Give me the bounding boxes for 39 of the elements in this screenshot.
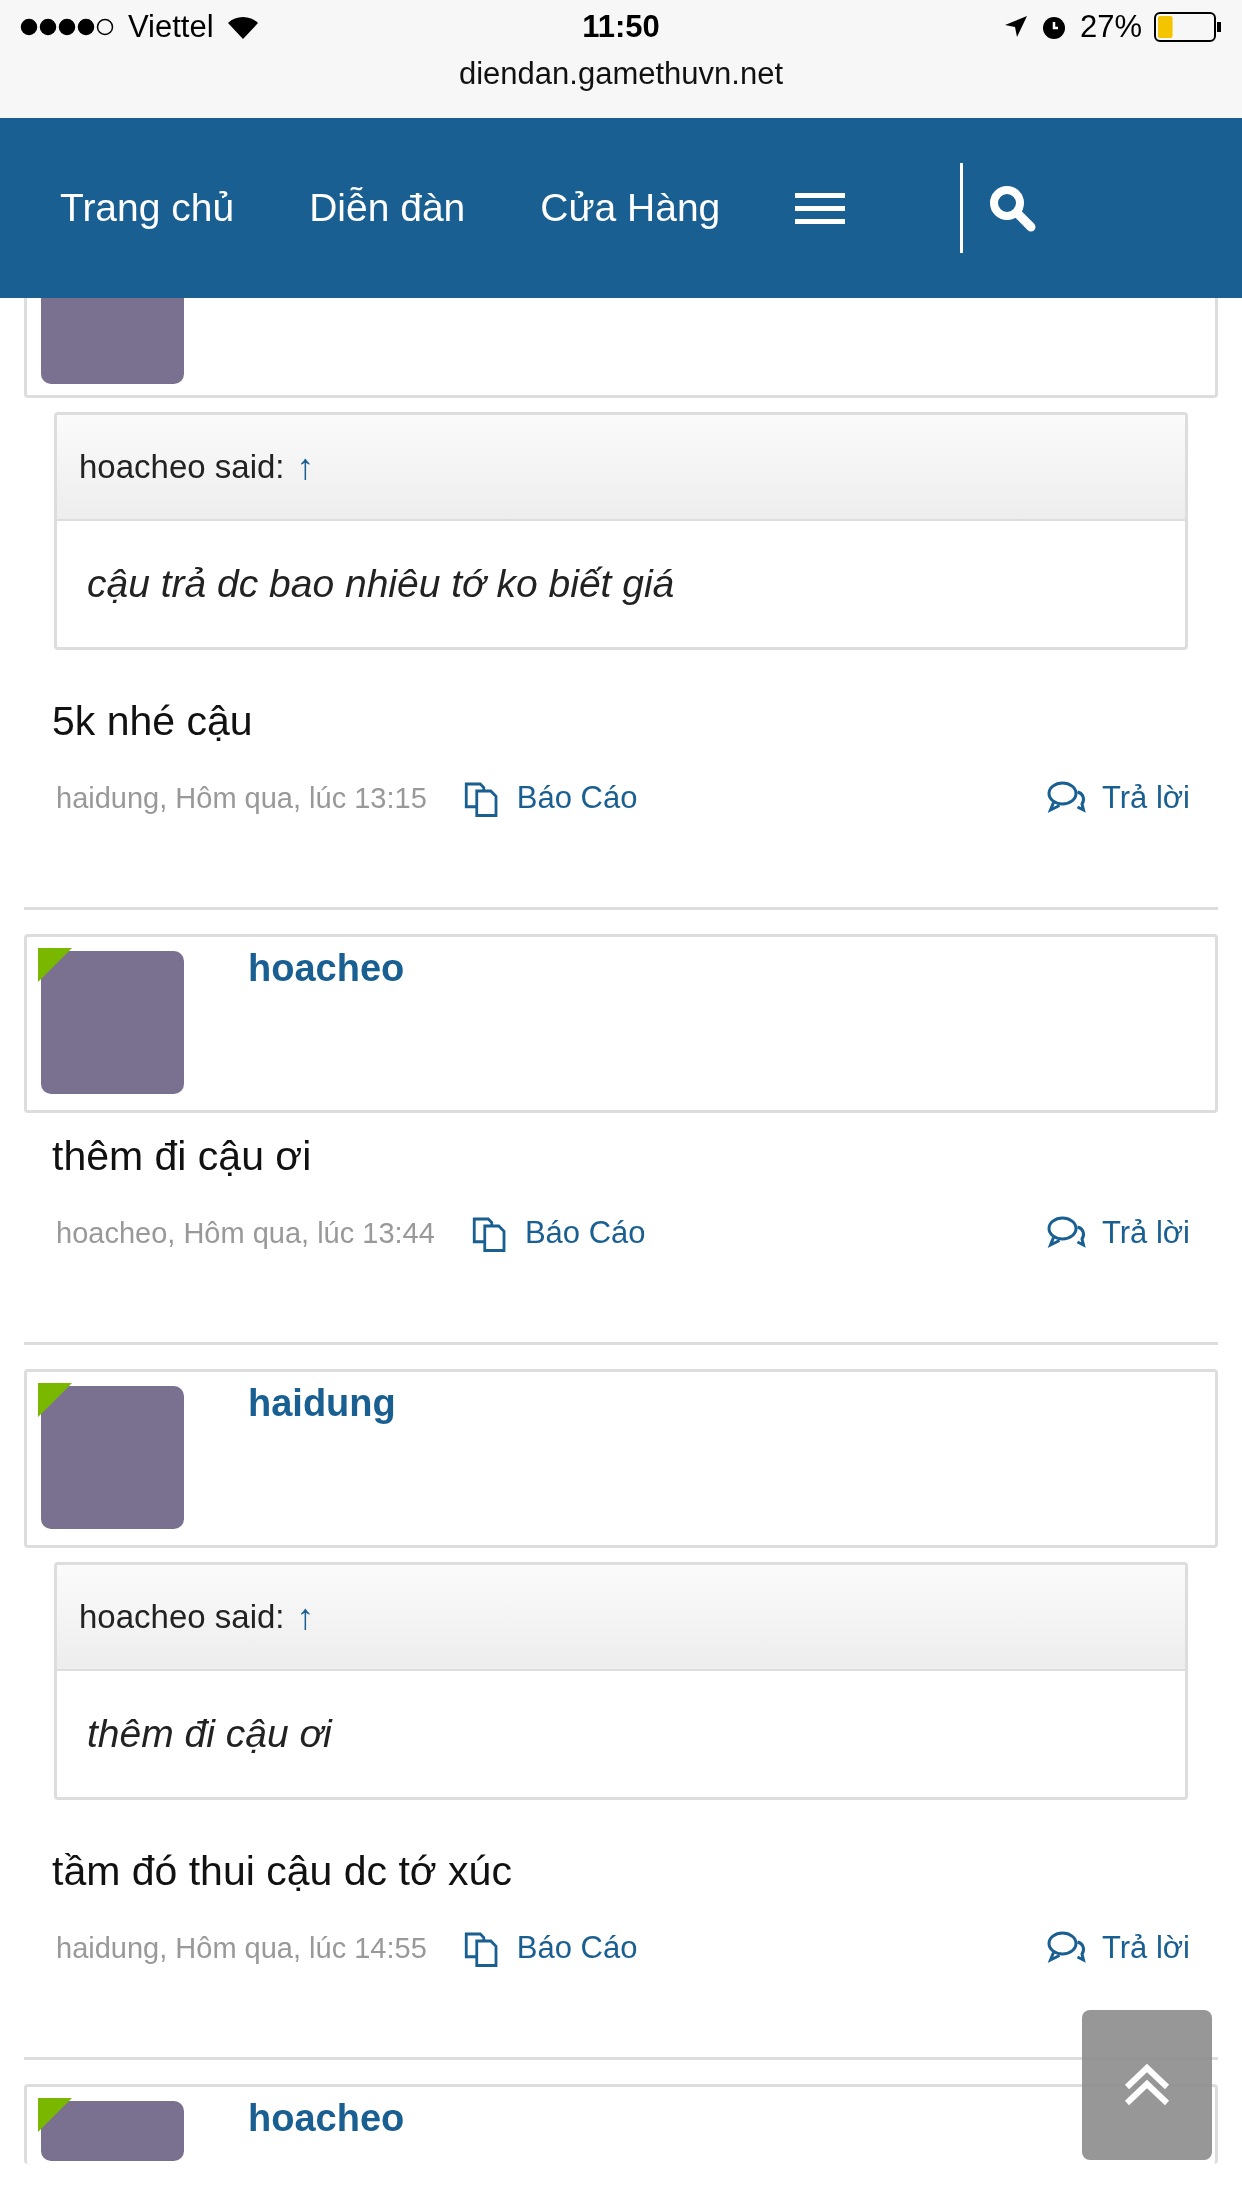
- post-meta: haidung, Hôm qua, lúc 14:55: [56, 1931, 427, 1965]
- post-text: 5k nhé cậu: [51, 698, 254, 745]
- carrier-name: Viettel: [128, 9, 214, 45]
- quote-attribution: hoacheo said:: [79, 1598, 285, 1636]
- quote-text: cậu trả dc bao nhiêu tớ ko biết giá: [86, 561, 676, 607]
- nav-link[interactable]: Diễn đàn: [309, 186, 466, 230]
- double-chevron-up-icon: [1122, 2063, 1172, 2107]
- reply-link[interactable]: Trả lời: [1045, 1215, 1190, 1251]
- scroll-to-top-button[interactable]: [1082, 2010, 1212, 2160]
- username-link[interactable]: hoacheo: [248, 947, 405, 1110]
- search-icon[interactable]: [987, 183, 1038, 233]
- report-link[interactable]: Báo Cáo: [468, 1212, 646, 1254]
- username-link[interactable]: haidung: [248, 1382, 396, 1545]
- chat-bubbles-icon: [1045, 1215, 1088, 1251]
- post-text: tầm đó thui cậu dc tớ xúc: [51, 1848, 513, 1895]
- report-link[interactable]: Báo Cáo: [460, 777, 638, 819]
- location-arrow-icon: [1003, 15, 1028, 39]
- report-link[interactable]: Báo Cáo: [460, 1927, 638, 1969]
- wifi-icon: [225, 14, 260, 40]
- reply-link[interactable]: Trả lời: [1045, 1930, 1190, 1966]
- menu-icon[interactable]: [795, 191, 846, 225]
- quote-text: thêm đi cậu ơi: [86, 1711, 334, 1757]
- post-meta: hoacheo, Hôm qua, lúc 13:44: [56, 1216, 435, 1250]
- chat-bubbles-icon: [1045, 1930, 1088, 1966]
- battery-percent: 27%: [1079, 9, 1142, 45]
- post-text: thêm đi cậu ơi: [51, 1133, 313, 1180]
- post-meta: haidung, Hôm qua, lúc 13:15: [56, 781, 427, 815]
- nav-link[interactable]: Trang chủ: [60, 186, 235, 230]
- username-link[interactable]: hoacheo: [248, 2097, 405, 2164]
- jump-link[interactable]: ↑: [296, 446, 315, 488]
- jump-link[interactable]: ↑: [296, 1596, 315, 1638]
- clock-time: 11:50: [582, 9, 660, 45]
- reply-link[interactable]: Trả lời: [1045, 780, 1190, 816]
- page-url[interactable]: diendan.gamethuvn.net: [458, 56, 783, 92]
- quote-attribution: hoacheo said:: [79, 448, 285, 486]
- signal-dots-icon: [20, 18, 116, 36]
- chat-bubbles-icon: [1045, 780, 1088, 816]
- battery-icon: [1154, 12, 1222, 42]
- nav-link[interactable]: Cửa Hàng: [540, 186, 721, 230]
